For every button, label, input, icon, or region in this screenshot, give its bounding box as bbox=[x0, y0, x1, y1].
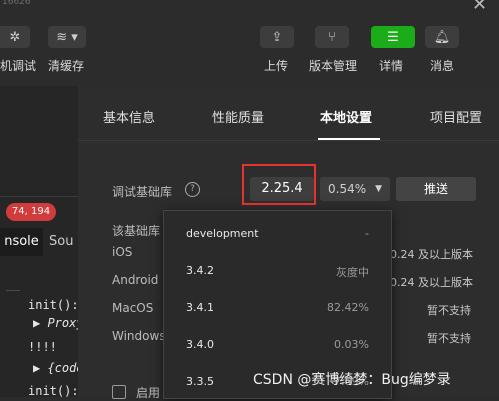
macos-support-value: 暂不支持 bbox=[427, 304, 471, 317]
dropdown-item-value: 灰度中 bbox=[336, 266, 369, 279]
platform-windows: Windows bbox=[112, 329, 166, 343]
chevron-down-icon: ▼ bbox=[375, 184, 382, 194]
branch-icon: ⑂ bbox=[328, 29, 336, 45]
close-icon[interactable]: ✕ bbox=[472, 0, 487, 15]
console-divider bbox=[0, 196, 78, 197]
tab-console[interactable]: nsole bbox=[0, 228, 43, 256]
clear-cache-label: 清缓存 bbox=[48, 59, 85, 73]
android-support-value: 0.24 及以上版本 bbox=[390, 276, 473, 289]
dropdown-item-value: 0.03% bbox=[334, 338, 369, 351]
upload-label: 上传 bbox=[264, 59, 289, 73]
console-line[interactable]: ▶ Proxy bbox=[33, 316, 84, 330]
layers-icon[interactable]: ≋ ▾ bbox=[48, 26, 86, 48]
active-tab-indicator bbox=[318, 138, 380, 140]
console-line: init(): bbox=[28, 384, 79, 398]
top-fragment-text: 16626 bbox=[2, 0, 31, 7]
tab-project-config[interactable]: 项目配置 bbox=[430, 107, 482, 126]
platform-macos: MacOS bbox=[112, 301, 154, 315]
dropdown-item[interactable]: 3.4.1 82.42% bbox=[164, 291, 391, 327]
tab-local-settings[interactable]: 本地设置 bbox=[320, 107, 372, 126]
lib-percent-select[interactable]: 0.54% ▼ bbox=[320, 177, 390, 201]
push-button[interactable]: 推送 bbox=[396, 177, 476, 201]
menu-icon: ☰ bbox=[387, 29, 399, 45]
platform-android: Android bbox=[112, 273, 159, 287]
dropdown-item-version: 3.4.1 bbox=[186, 301, 214, 314]
support-label: 该基础库 bbox=[112, 224, 161, 238]
dropdown-item-version: 3.4.2 bbox=[186, 264, 214, 277]
messages-label: 消息 bbox=[430, 59, 455, 73]
details-label: 详情 bbox=[379, 59, 404, 73]
dropdown-item[interactable]: development - bbox=[164, 217, 391, 253]
console-line[interactable]: ▶ {code bbox=[33, 361, 84, 375]
version-button[interactable]: ⑂ bbox=[315, 26, 349, 48]
tab-performance[interactable]: 性能质量 bbox=[212, 107, 264, 126]
version-label: 版本管理 bbox=[309, 59, 358, 73]
bug-icon[interactable]: ✲ bbox=[0, 26, 30, 48]
tab-basic-info[interactable]: 基本信息 bbox=[103, 107, 155, 126]
dropdown-item-version: 3.4.0 bbox=[186, 338, 214, 351]
ios-support-value: 0.24 及以上版本 bbox=[390, 248, 473, 261]
dropdown-item-value: - bbox=[365, 227, 369, 240]
help-icon[interactable]: ? bbox=[185, 182, 200, 197]
tab-sources[interactable]: Sou bbox=[49, 228, 78, 256]
remote-debug-label: 机调试 bbox=[0, 59, 37, 73]
lib-percent-value: 0.54% bbox=[328, 182, 367, 196]
watermark-text: CSDN @赛博绮梦：Bug编梦录 bbox=[253, 372, 451, 388]
dropdown-item-version: 3.3.5 bbox=[186, 375, 214, 388]
platform-ios: iOS bbox=[112, 245, 133, 259]
dropdown-item[interactable]: 3.4.0 0.03% bbox=[164, 328, 391, 364]
console-line: init(): bbox=[28, 298, 79, 312]
dropdown-item-value: 82.42% bbox=[327, 301, 369, 314]
highlight-box bbox=[242, 164, 316, 205]
details-button[interactable]: ☰ bbox=[371, 26, 415, 48]
upload-button[interactable]: ⇪ bbox=[260, 26, 294, 48]
top-strip: 16626 bbox=[0, 0, 499, 10]
windows-support-value: 暂不支持 bbox=[427, 332, 471, 345]
lib-label: 调试基础库 bbox=[112, 185, 173, 199]
dropdown-item-version: development bbox=[186, 227, 259, 240]
error-badge[interactable]: 74, 194 bbox=[6, 203, 56, 221]
enable-label: 启用 bbox=[136, 386, 161, 400]
toolbar: 16626 ✕ ✲ 机调试 ≋ ▾ 清缓存 ⇪ 上传 ⑂ 版本管理 ☰ 详情 🔔… bbox=[0, 0, 499, 86]
bell-icon: 🔔︎ bbox=[433, 29, 451, 45]
messages-button[interactable]: 🔔︎ bbox=[425, 26, 459, 48]
upload-icon: ⇪ bbox=[271, 29, 283, 45]
tab-divider bbox=[78, 140, 499, 141]
console-line: !!!! bbox=[28, 340, 57, 354]
gutter-line bbox=[6, 290, 20, 291]
dropdown-item[interactable]: 3.4.2 灰度中 bbox=[164, 254, 391, 290]
